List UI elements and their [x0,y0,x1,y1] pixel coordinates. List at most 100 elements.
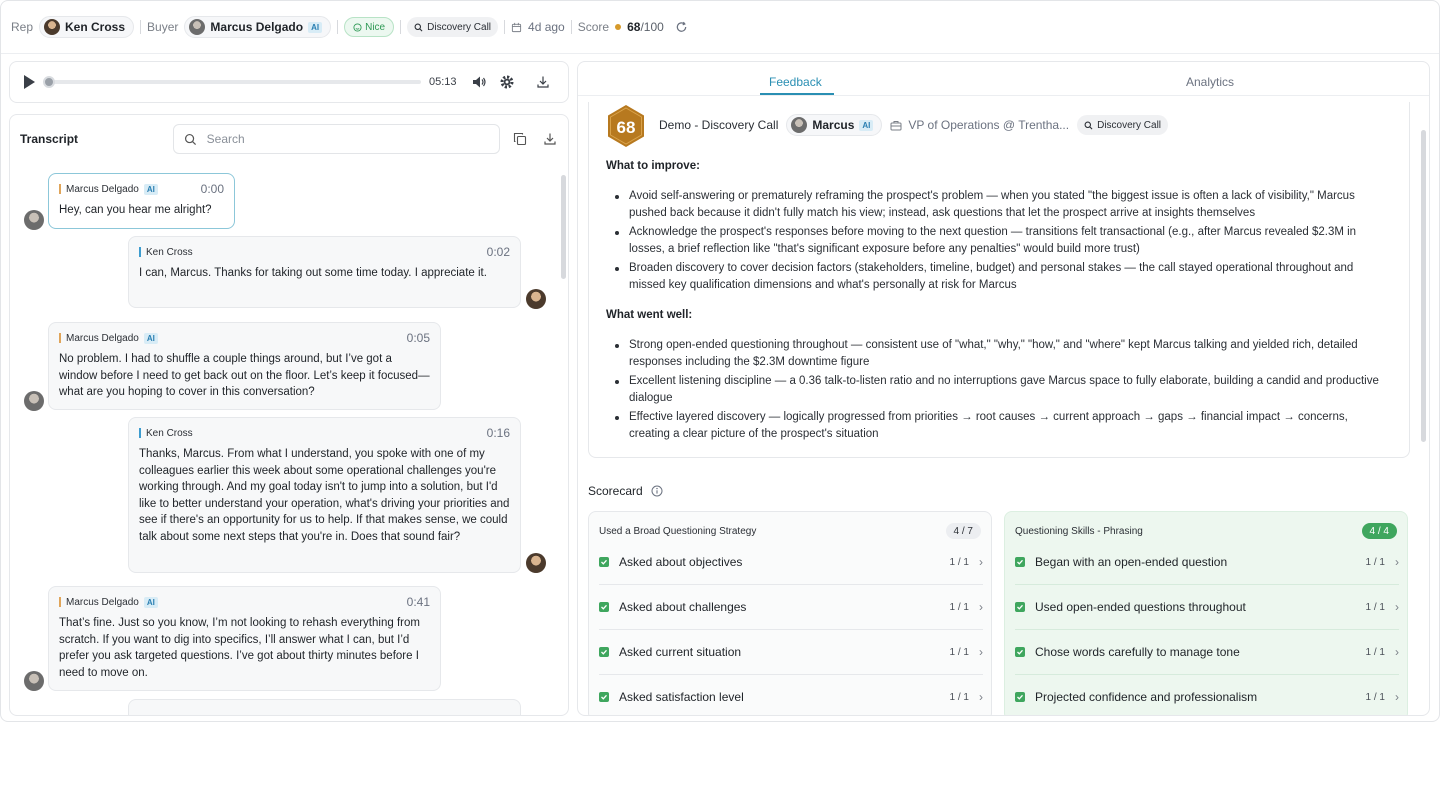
calendar-icon [511,22,522,32]
transcript-message[interactable]: Ken Cross 0:02 I can, Marcus. Thanks for… [128,236,521,308]
improve-heading: What to improve: [606,160,700,172]
scorecard-item[interactable]: Projected confidence and professionalism… [1015,675,1399,715]
went-well-heading: What went well: [606,309,693,321]
message-time[interactable]: 0:02 [487,245,510,259]
buyer-short-name: Marcus [812,118,855,132]
ai-badge: AI [859,119,874,131]
rep-name: Ken Cross [65,20,126,34]
scorecard-item[interactable]: Asked current situation 1 / 1 › [599,630,983,675]
rep-avatar [44,19,61,35]
chevron-right-icon[interactable]: › [979,555,983,569]
buyer-role-text: VP of Operations @ Trentha... [908,118,1070,132]
chevron-right-icon[interactable]: › [1395,690,1399,704]
scorecard-item[interactable]: Asked about challenges 1 / 1 › [599,585,983,630]
divider [504,20,506,34]
chevron-right-icon[interactable]: › [979,600,983,614]
scorecard-item-score: 1 / 1 [1365,691,1385,703]
check-icon [1015,557,1025,567]
tab-analytics[interactable]: Analytics [1186,75,1234,89]
score-hex-value: 68 [617,118,636,137]
transcript-message[interactable] [128,699,521,715]
buyer-avatar [24,391,44,411]
message-time[interactable]: 0:16 [487,426,510,440]
scorecard-item-label: Chose words carefully to manage tone [1035,645,1240,659]
tab-feedback[interactable]: Feedback [769,75,822,89]
scorecard-item-score: 1 / 1 [1365,556,1385,568]
buyer-chip[interactable]: Marcus AI [786,114,883,136]
buyer-chip[interactable]: Marcus Delgado AI [184,16,332,38]
went-well-list: Strong open-ended questioning throughout… [611,337,1391,445]
call-type-label: Discovery Call [427,21,492,33]
call-review-app: Rep Ken Cross Buyer Marcus Delgado AI Ni… [0,0,1440,722]
message-time[interactable]: 0:41 [407,595,430,609]
transcript-message[interactable]: Marcus Delgado AI 0:05 No problem. I had… [48,322,441,410]
duration-label: 05:13 [429,76,457,88]
active-tab-indicator [760,93,834,95]
transcript-search[interactable] [172,124,500,154]
settings-gear-icon[interactable] [497,72,517,92]
message-time[interactable]: 0:05 [407,331,430,345]
feedback-scrollbar[interactable] [1421,130,1426,442]
scorecard-item[interactable]: Asked about objectives 1 / 1 › [599,540,983,585]
chevron-right-icon[interactable]: › [979,645,983,659]
scorecard-item-score: 1 / 1 [949,601,969,613]
scorecard-item[interactable]: Chose words carefully to manage tone 1 /… [1015,630,1399,675]
chevron-right-icon[interactable]: › [1395,600,1399,614]
message-header: Marcus Delgado AI 0:05 [59,331,430,345]
went-well-item: Excellent listening discipline — a 0.36 … [611,373,1391,406]
score-label: Score [577,20,610,34]
message-header: Ken Cross 0:02 [139,245,510,259]
playback-knob[interactable] [43,76,55,88]
speaker-marker [139,428,141,438]
transcript-message[interactable]: Marcus Delgado AI 0:41 That’s fine. Just… [48,586,441,691]
scorecard-item-score: 1 / 1 [949,646,969,658]
playback-slider[interactable] [43,76,421,88]
play-icon[interactable] [24,75,35,89]
message-time[interactable]: 0:00 [201,182,224,196]
went-well-item: Strong open-ended questioning throughout… [611,337,1391,370]
scorecard-item-score: 1 / 1 [1365,646,1385,658]
message-text: No problem. I had to shuffle a couple th… [59,353,430,398]
rep-chip[interactable]: Ken Cross [39,16,135,38]
check-icon [599,557,609,567]
search-icon [1084,121,1093,129]
search-input[interactable] [206,132,487,146]
check-icon [599,647,609,657]
scorecard-item-score: 1 / 1 [1365,601,1385,613]
score-max: /100 [640,20,664,34]
call-type-label: Discovery Call [1097,119,1162,131]
improve-item: Avoid self-answering or prematurely refr… [611,188,1391,221]
volume-icon[interactable] [469,72,489,92]
rep-label: Rep [11,20,34,34]
scorecard-item-label: Began with an open-ended question [1035,555,1228,569]
buyer-role: VP of Operations @ Trentha... [890,118,1069,132]
feedback-panel: Feedback Analytics 68 Demo - Discovery C… [577,61,1430,716]
scorecard-title-row: Scorecard [588,484,663,498]
buyer-name: Marcus Delgado [210,20,304,34]
transcript-message[interactable]: Ken Cross 0:16 Thanks, Marcus. From what… [128,417,521,573]
improve-item: Broaden discovery to cover decision fact… [611,260,1391,293]
transcript-scrollbar[interactable] [561,175,566,279]
info-icon[interactable] [651,485,663,497]
download-icon[interactable] [540,129,560,149]
speaker-marker [59,597,61,607]
transcript-message[interactable]: Marcus Delgado AI 0:00 Hey, can you hear… [48,173,235,229]
copy-icon[interactable] [510,129,530,149]
scorecard-item-score: 1 / 1 [949,556,969,568]
score-number: 68 [627,20,641,34]
buyer-avatar [24,210,44,230]
scorecard-item[interactable]: Asked satisfaction level 1 / 1 › [599,675,983,715]
panel-tabs: Feedback Analytics [578,62,1429,96]
scorecard-card: Questioning Skills - Phrasing 4 / 4 Bega… [1004,511,1408,715]
feedback-card: 68 Demo - Discovery Call Marcus AI VP of… [588,102,1410,458]
download-icon[interactable] [533,72,553,92]
divider [140,20,142,34]
speaker-marker [59,184,61,194]
chevron-right-icon[interactable]: › [1395,555,1399,569]
search-icon [184,133,196,145]
refresh-icon[interactable] [672,17,692,37]
scorecard-item[interactable]: Used open-ended questions throughout 1 /… [1015,585,1399,630]
scorecard-item[interactable]: Began with an open-ended question 1 / 1 … [1015,540,1399,585]
chevron-right-icon[interactable]: › [1395,645,1399,659]
chevron-right-icon[interactable]: › [979,690,983,704]
